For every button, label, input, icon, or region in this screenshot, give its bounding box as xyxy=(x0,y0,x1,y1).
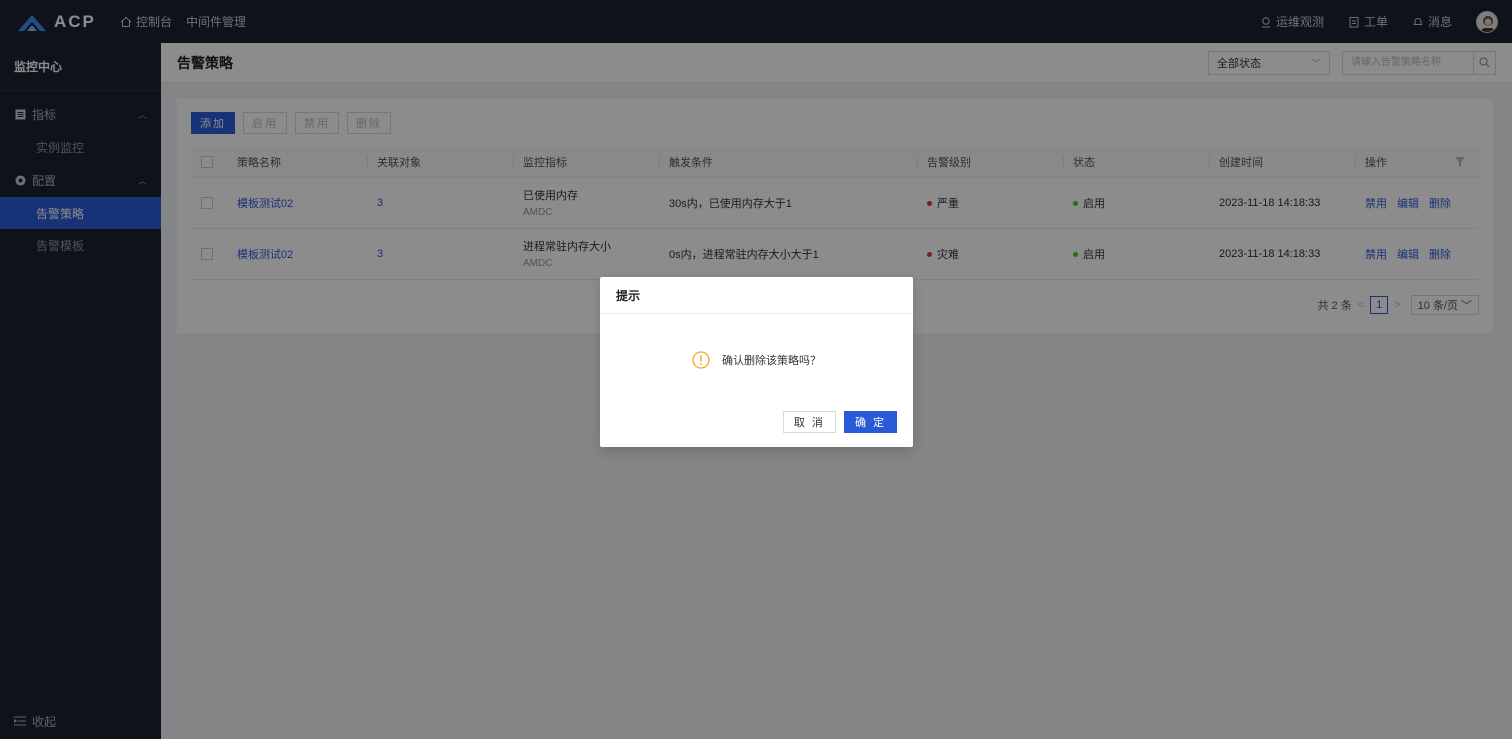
dialog-body: 确认删除该策略吗？ xyxy=(600,314,913,411)
warning-icon xyxy=(692,350,710,369)
dialog-footer: 取 消 确 定 xyxy=(600,411,913,433)
dialog-message: 确认删除该策略吗？ xyxy=(722,354,821,367)
dialog-title: 提示 xyxy=(600,277,913,314)
confirm-button[interactable]: 确 定 xyxy=(843,411,897,433)
cancel-button[interactable]: 取 消 xyxy=(782,411,836,433)
confirm-dialog: 提示 确认删除该策略吗？ 取 消 确 定 xyxy=(600,277,913,447)
